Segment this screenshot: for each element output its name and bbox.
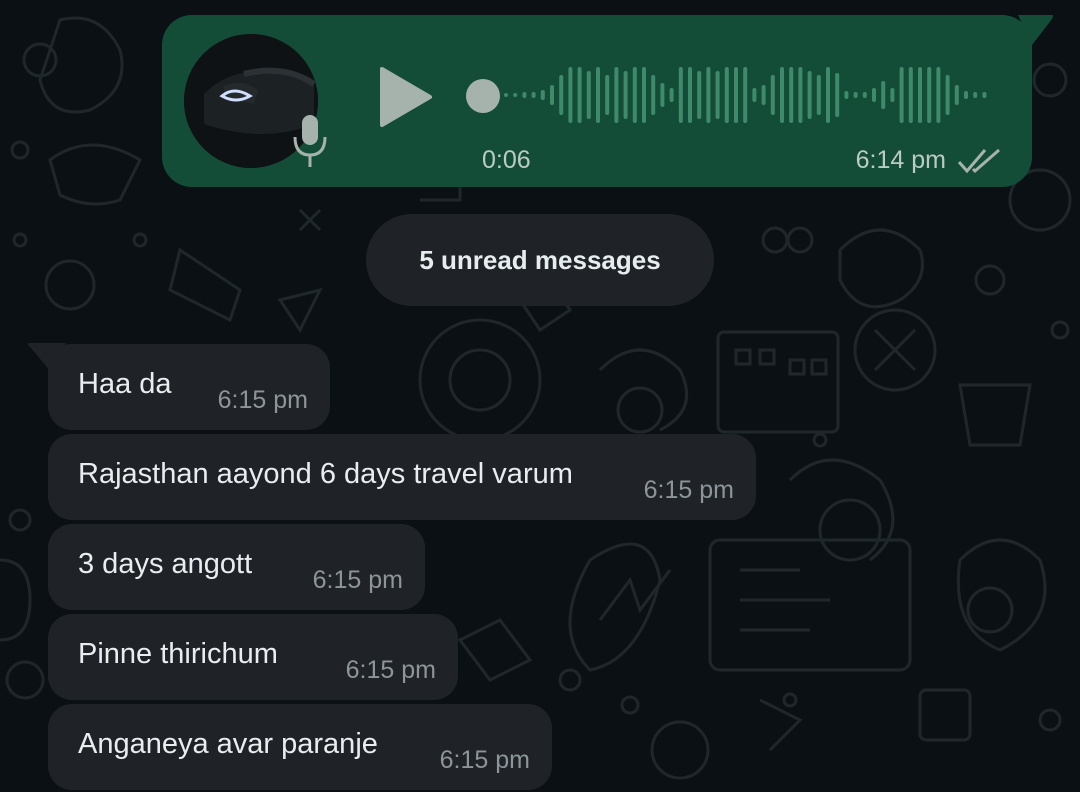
playback-progress-handle[interactable]	[466, 79, 500, 113]
waveform-bar	[550, 85, 554, 105]
waveform-bar	[936, 67, 941, 123]
waveform-bar	[678, 67, 683, 123]
waveform-bar	[623, 71, 628, 119]
message-timestamp: 6:15 pm	[439, 746, 530, 774]
mic-icon	[293, 115, 327, 167]
waveform-bar	[688, 67, 692, 123]
waveform-bar	[826, 67, 830, 123]
waveform-bar	[899, 67, 904, 123]
message-timestamp: 6:15 pm	[217, 386, 308, 414]
message-text: Rajasthan aayond 6 days travel varum	[78, 458, 573, 490]
unread-messages-banner: 5 unread messages	[366, 214, 714, 306]
waveform-bar	[743, 67, 748, 123]
message-bubble[interactable]: Pinne thirichum 6:15 pm	[48, 614, 458, 700]
message-bubble[interactable]: 3 days angott 6:15 pm	[48, 524, 425, 610]
waveform-bar	[964, 91, 968, 99]
waveform-bar	[632, 67, 637, 123]
message-bubble[interactable]: Rajasthan aayond 6 days travel varum 6:1…	[48, 434, 756, 520]
waveform-bar	[945, 75, 950, 115]
waveform-bar	[596, 67, 600, 123]
voice-duration: 0:06	[482, 146, 531, 174]
waveform-bar	[872, 88, 876, 102]
message-timestamp: 6:15 pm	[345, 656, 436, 684]
waveform-bar	[954, 85, 959, 105]
message-text: 3 days angott	[78, 548, 253, 580]
message-bubble[interactable]: Haa da 6:15 pm	[48, 344, 330, 430]
message-timestamp: 6:15 pm	[312, 566, 403, 594]
waveform-bar	[835, 73, 840, 117]
waveform-bar	[853, 92, 858, 98]
waveform-bar	[798, 67, 803, 123]
waveform-bar	[697, 71, 702, 119]
waveform-bar	[918, 67, 922, 123]
waveform-bar	[605, 75, 610, 115]
waveform-bar	[770, 75, 775, 115]
waveform-bar	[669, 88, 674, 102]
audio-waveform[interactable]	[502, 55, 1002, 135]
waveform-bar	[789, 67, 794, 123]
waveform-bar	[559, 75, 564, 115]
message-bubble[interactable]: Anganeya avar paranje 6:15 pm	[48, 704, 552, 790]
message-text: Anganeya avar paranje	[78, 728, 378, 760]
waveform-bar	[927, 67, 932, 123]
waveform-bar	[982, 92, 987, 98]
waveform-bar	[531, 92, 536, 98]
waveform-bar	[504, 93, 508, 97]
play-icon[interactable]	[376, 65, 436, 129]
waveform-bar	[761, 85, 766, 105]
waveform-bar	[513, 93, 518, 97]
message-text: Pinne thirichum	[78, 638, 278, 670]
waveform-bar	[614, 67, 619, 123]
waveform-bar	[780, 67, 784, 123]
waveform-bar	[660, 83, 665, 107]
waveform-bar	[522, 92, 527, 98]
voice-timestamp: 6:14 pm	[855, 146, 946, 174]
waveform-bar	[807, 71, 812, 119]
waveform-bar	[862, 92, 867, 98]
waveform-bar	[908, 67, 913, 123]
unread-count-label: 5 unread messages	[419, 244, 661, 275]
waveform-bar	[706, 67, 711, 123]
message-timestamp: 6:15 pm	[643, 476, 734, 504]
waveform-bar	[973, 92, 978, 98]
waveform-bar	[752, 88, 757, 102]
waveform-bar	[586, 71, 591, 119]
waveform-bar	[890, 88, 895, 102]
waveform-bar	[651, 75, 656, 115]
waveform-bar	[577, 67, 582, 123]
waveform-bar	[844, 91, 849, 99]
message-text: Haa da	[78, 368, 172, 400]
waveform-bar	[724, 67, 729, 123]
voice-message-bubble[interactable]: 0:06 6:14 pm	[162, 15, 1032, 187]
waveform-bar	[881, 81, 886, 109]
waveform-bar	[568, 67, 573, 123]
waveform-bar	[715, 71, 720, 119]
waveform-bar	[734, 67, 738, 123]
double-check-icon	[957, 148, 1000, 174]
waveform-bar	[540, 90, 545, 100]
waveform-bar	[816, 75, 821, 115]
waveform-bar	[642, 67, 646, 123]
